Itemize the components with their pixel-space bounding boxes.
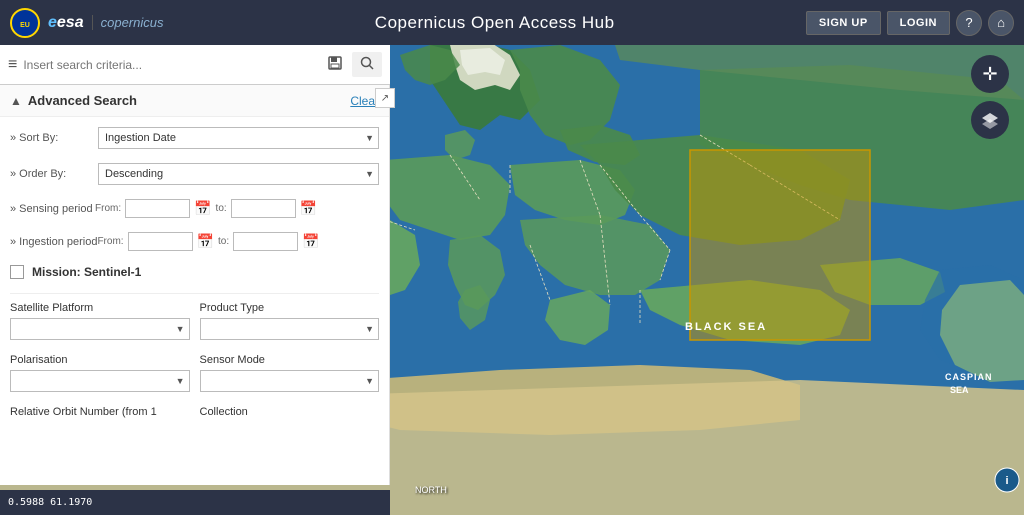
mission-row: Mission: Sentinel-1 bbox=[10, 265, 379, 279]
mission-label: Mission: Sentinel-1 bbox=[32, 265, 141, 279]
sensing-period-label: » Sensing period bbox=[10, 203, 95, 215]
ingestion-from-input[interactable] bbox=[128, 232, 193, 251]
collection-group: Collection bbox=[200, 406, 380, 418]
sensing-from-label: From: bbox=[95, 203, 121, 214]
header-logos: EU eesa copernicus bbox=[10, 8, 163, 38]
signup-button[interactable]: SIGN UP bbox=[806, 11, 881, 35]
ingestion-period-inputs: From: 📅 to: 📅 bbox=[97, 232, 379, 251]
sensing-to-calendar-icon[interactable]: 📅 bbox=[300, 200, 317, 217]
expand-panel-icon[interactable]: ↗ bbox=[375, 88, 395, 108]
map-controls: ✛ bbox=[971, 55, 1009, 139]
pan-icon[interactable]: ✛ bbox=[971, 55, 1009, 93]
polarisation-sensor-row: Polarisation HH VV HH+HV VV+VH ▼ Sensor … bbox=[10, 354, 379, 392]
satellite-platform-group: Satellite Platform S1A S1B ▼ bbox=[10, 302, 190, 340]
product-type-select[interactable]: GRD SLC OCN RAW bbox=[200, 318, 380, 340]
satellite-platform-select-wrapper: S1A S1B ▼ bbox=[10, 318, 190, 340]
satellite-platform-select[interactable]: S1A S1B bbox=[10, 318, 190, 340]
ingestion-from-label: From: bbox=[97, 236, 123, 247]
sensing-from-calendar-icon[interactable]: 📅 bbox=[194, 200, 211, 217]
sensing-from-input[interactable] bbox=[125, 199, 190, 218]
satellite-platform-label: Satellite Platform bbox=[10, 302, 190, 314]
north-indicator: NORTH bbox=[415, 485, 447, 495]
collection-label: Collection bbox=[200, 406, 380, 418]
panel-content: » Sort By: Ingestion Date Sensing Date U… bbox=[0, 117, 389, 442]
relative-orbit-group: Relative Orbit Number (from 1 bbox=[10, 406, 190, 418]
search-panel: ▲ Advanced Search Clear » Sort By: Inges… bbox=[0, 85, 390, 485]
eu-logo: EU bbox=[10, 8, 40, 38]
sort-by-label: » Sort By: bbox=[10, 132, 90, 144]
sort-by-select[interactable]: Ingestion Date Sensing Date Upload Date … bbox=[98, 127, 379, 149]
product-type-label: Product Type bbox=[200, 302, 380, 314]
relative-orbit-label: Relative Orbit Number (from 1 bbox=[10, 406, 190, 418]
collapse-icon[interactable]: ▲ bbox=[10, 94, 22, 108]
esa-logo: eesa bbox=[48, 14, 84, 32]
order-by-label: » Order By: bbox=[10, 168, 90, 180]
order-by-select[interactable]: Descending Ascending bbox=[98, 163, 379, 185]
svg-text:BLACK SEA: BLACK SEA bbox=[685, 321, 767, 333]
order-by-select-wrapper: Descending Ascending ▼ bbox=[98, 163, 379, 185]
help-icon[interactable]: ? bbox=[956, 10, 982, 36]
copernicus-logo: copernicus bbox=[92, 15, 164, 30]
sensing-period-inputs: From: 📅 to: 📅 bbox=[95, 199, 379, 218]
product-type-group: Product Type GRD SLC OCN RAW ▼ bbox=[200, 302, 380, 340]
divider-1 bbox=[10, 293, 379, 294]
panel-header: ▲ Advanced Search Clear bbox=[0, 85, 389, 117]
header-actions: SIGN UP LOGIN ? ⌂ bbox=[806, 10, 1014, 36]
sensing-to-input[interactable] bbox=[231, 199, 296, 218]
ingestion-period-row: » Ingestion period From: 📅 to: 📅 bbox=[10, 232, 379, 251]
sort-by-row: » Sort By: Ingestion Date Sensing Date U… bbox=[10, 127, 379, 149]
sensing-to-label: to: bbox=[216, 203, 227, 214]
search-bar: ≡ bbox=[0, 45, 390, 85]
polarisation-label: Polarisation bbox=[10, 354, 190, 366]
svg-text:i: i bbox=[1005, 475, 1008, 487]
menu-icon[interactable]: ≡ bbox=[8, 56, 17, 74]
status-bar: 0.5988 61.1970 bbox=[0, 490, 390, 515]
ingestion-to-calendar-icon[interactable]: 📅 bbox=[302, 233, 319, 250]
svg-text:SEA: SEA bbox=[950, 385, 969, 395]
polarisation-group: Polarisation HH VV HH+HV VV+VH ▼ bbox=[10, 354, 190, 392]
polarisation-select[interactable]: HH VV HH+HV VV+VH bbox=[10, 370, 190, 392]
home-icon[interactable]: ⌂ bbox=[988, 10, 1014, 36]
ingestion-to-label: to: bbox=[218, 236, 229, 247]
sensor-mode-label: Sensor Mode bbox=[200, 354, 380, 366]
header: EU eesa copernicus Copernicus Open Acces… bbox=[0, 0, 1024, 45]
svg-text:CASPIAN: CASPIAN bbox=[945, 372, 993, 382]
ingestion-to-input[interactable] bbox=[233, 232, 298, 251]
save-button[interactable] bbox=[324, 52, 346, 77]
panel-title: ▲ Advanced Search bbox=[10, 93, 137, 108]
search-input[interactable] bbox=[23, 58, 318, 72]
mission-checkbox[interactable] bbox=[10, 265, 24, 279]
advanced-search-label: Advanced Search bbox=[28, 93, 137, 108]
sensor-mode-select[interactable]: IW EW WV SM bbox=[200, 370, 380, 392]
orbit-collection-row: Relative Orbit Number (from 1 Collection bbox=[10, 406, 379, 418]
polarisation-select-wrapper: HH VV HH+HV VV+VH ▼ bbox=[10, 370, 190, 392]
svg-text:EU: EU bbox=[20, 22, 30, 29]
coordinates: 0.5988 61.1970 bbox=[8, 497, 92, 508]
product-type-select-wrapper: GRD SLC OCN RAW ▼ bbox=[200, 318, 380, 340]
layers-icon[interactable] bbox=[971, 101, 1009, 139]
sensor-mode-group: Sensor Mode IW EW WV SM ▼ bbox=[200, 354, 380, 392]
sort-by-select-wrapper: Ingestion Date Sensing Date Upload Date … bbox=[98, 127, 379, 149]
search-button[interactable] bbox=[352, 52, 382, 77]
ingestion-period-label: » Ingestion period bbox=[10, 236, 97, 248]
order-by-row: » Order By: Descending Ascending ▼ bbox=[10, 163, 379, 185]
satellite-product-row: Satellite Platform S1A S1B ▼ Product Typ… bbox=[10, 302, 379, 340]
sensor-mode-select-wrapper: IW EW WV SM ▼ bbox=[200, 370, 380, 392]
header-title: Copernicus Open Access Hub bbox=[183, 13, 805, 33]
ingestion-from-calendar-icon[interactable]: 📅 bbox=[197, 233, 214, 250]
login-button[interactable]: LOGIN bbox=[887, 11, 950, 35]
sensing-period-row: » Sensing period From: 📅 to: 📅 bbox=[10, 199, 379, 218]
